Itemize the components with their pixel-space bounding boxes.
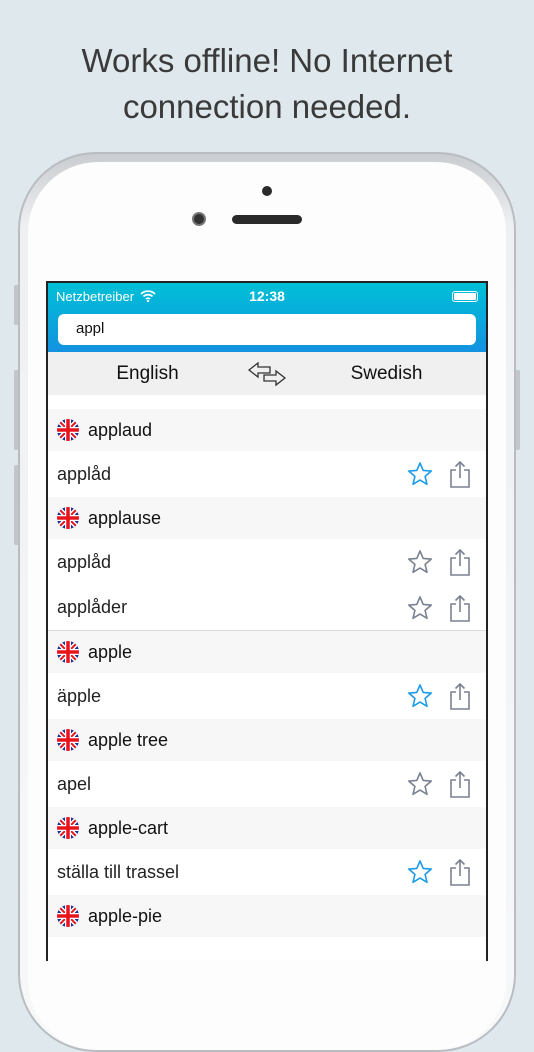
clock: 12:38 [249,288,285,304]
uk-flag-icon [57,905,79,927]
uk-flag-icon [57,729,79,751]
translation-row[interactable]: applåd [48,539,486,585]
share-icon[interactable] [440,539,480,585]
speaker [232,215,302,224]
language-bar: English Swedish [48,352,486,395]
headline: Works offline! No Internet connection ne… [81,42,453,125]
uk-flag-icon [57,507,79,529]
star-icon[interactable] [400,761,440,807]
entry-word: apple [88,641,133,662]
share-icon[interactable] [440,585,480,631]
share-icon[interactable] [440,451,480,497]
translation-row[interactable]: äpple [48,673,486,719]
target-language[interactable]: Swedish [287,363,486,385]
share-icon[interactable] [440,849,480,895]
translation-row[interactable]: ställa till trassel [48,849,486,895]
entry-header[interactable]: apple tree [48,719,486,761]
camera-icon [192,212,206,226]
source-language[interactable]: English [48,363,247,385]
uk-flag-icon [57,419,79,441]
translation-text: apel [57,773,92,794]
translation-row[interactable]: apel [48,761,486,807]
entry-word: apple-cart [88,817,169,838]
uk-flag-icon [57,641,79,663]
share-icon[interactable] [440,673,480,719]
entry-word: applaud [88,419,153,440]
entry-header[interactable]: apple [48,631,486,673]
translation-row[interactable]: applåd [48,451,486,497]
entry-header[interactable]: applaud [48,409,486,451]
translation-text: applåd [57,551,112,572]
entry-header[interactable]: apple-pie [48,895,486,937]
star-filled-icon[interactable] [400,849,440,895]
entry-word: apple-pie [88,905,163,926]
translation-text: ställa till trassel [57,861,180,882]
status-bar: Netzbetreiber 12:38 [48,283,486,309]
entry-word: apple tree [88,729,169,750]
top-bar: Netzbetreiber 12:38 appl [48,283,486,352]
proximity-sensor [262,186,272,196]
translation-text: applåd [57,463,112,484]
entry-word: applause [88,507,162,528]
star-icon[interactable] [400,539,440,585]
star-filled-icon[interactable] [400,451,440,497]
share-icon[interactable] [440,761,480,807]
translation-text: applåder [57,597,128,617]
entry-header[interactable]: applause [48,497,486,539]
uk-flag-icon [57,817,79,839]
swap-languages-icon[interactable] [247,361,287,387]
app-screen: Netzbetreiber 12:38 appl English Swedish… [46,281,488,961]
star-filled-icon[interactable] [400,673,440,719]
translation-row[interactable]: applåder [48,585,486,631]
results-list: applaud applåd applause applåd applåder apple… [48,409,486,937]
translation-text: äpple [57,685,102,706]
entry-header[interactable]: apple-cart [48,807,486,849]
star-icon[interactable] [400,585,440,631]
search-input[interactable]: appl [58,314,476,345]
